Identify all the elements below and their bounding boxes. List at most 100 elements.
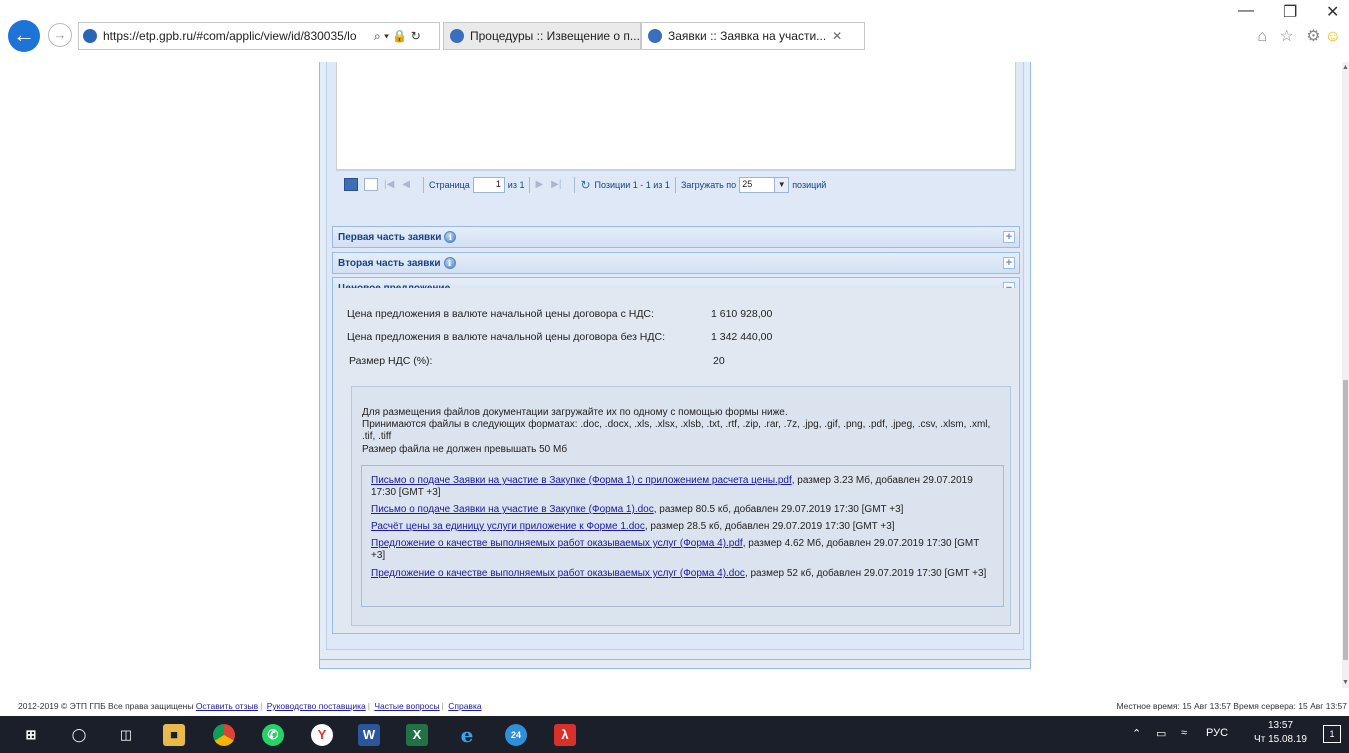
scroll-down-icon[interactable]: ▼	[1342, 679, 1349, 686]
site-icon	[83, 29, 97, 43]
file-item: Предложение о качестве выполняемых работ…	[371, 538, 991, 562]
vertical-scrollbar[interactable]: ▲ ▼	[1342, 62, 1349, 688]
browser-tool-icons[interactable]: ⌂ ☆ ⚙☺	[1257, 26, 1345, 46]
language-indicator[interactable]: РУС	[1206, 727, 1228, 739]
price-with-vat-label: Цена предложения в валюте начальной цены…	[347, 308, 654, 320]
address-controls[interactable]: ⌕ ▾ 🔒 ↻	[374, 29, 421, 44]
divider	[320, 659, 1030, 660]
positions-info: Позиции 1 - 1 из 1	[594, 179, 670, 190]
file-link[interactable]: Расчёт цены за единицу услуги приложение…	[371, 521, 645, 532]
uploaded-files-list: Письмо о подаче Заявки на участие в Заку…	[361, 465, 1004, 607]
clock-date: Чт 15.08.19	[1254, 734, 1307, 745]
search-icon[interactable]: ◯	[68, 724, 90, 746]
feedback-link[interactable]: Оставить отзыв	[196, 701, 258, 711]
file-meta: , размер 52 кб, добавлен 29.07.2019 17:3…	[744, 568, 987, 579]
feedback-smiley-icon[interactable]: ☺	[1325, 28, 1345, 45]
positions-suffix: позиций	[792, 179, 827, 190]
site-footer: 2012-2019 © ЭТП ГПБ Все права защищены О…	[0, 698, 1349, 714]
file-link[interactable]: Письмо о подаче Заявки на участие в Заку…	[371, 504, 654, 515]
battery-icon[interactable]: ▭	[1156, 727, 1166, 740]
tab-label: Заявки :: Заявка на участи...	[668, 29, 827, 43]
word-icon[interactable]: W	[358, 724, 380, 746]
scrollbar-thumb[interactable]	[1343, 380, 1348, 660]
file-link[interactable]: Письмо о подаче Заявки на участие в Заку…	[371, 475, 792, 486]
page-number-input[interactable]: 1	[472, 176, 505, 193]
page-label: Страница	[429, 179, 470, 190]
save-icon[interactable]	[344, 178, 358, 191]
restore-icon[interactable]: ❐	[1283, 2, 1297, 22]
info-icon[interactable]: i	[443, 257, 456, 269]
close-window-icon[interactable]: ✕	[1326, 2, 1339, 22]
minimize-icon[interactable]: —	[1238, 2, 1254, 20]
file-item: Письмо о подаче Заявки на участие в Заку…	[371, 504, 991, 516]
file-link[interactable]: Предложение о качестве выполняемых работ…	[371, 538, 743, 549]
pager-separator	[574, 176, 576, 193]
refresh-icon[interactable]: ↻	[580, 178, 590, 192]
vat-rate-value: 20	[713, 355, 725, 367]
copyright: 2012-2019 © ЭТП ГПБ Все права защищены	[18, 701, 194, 711]
supplier-guide-link[interactable]: Руководство поставщика	[267, 701, 366, 711]
chevron-down-icon[interactable]: ▼	[774, 177, 789, 192]
chrome-icon[interactable]	[213, 724, 235, 746]
back-button[interactable]: ←	[8, 20, 40, 52]
next-page-icon[interactable]: ▶	[535, 179, 543, 190]
app-24-icon[interactable]: 24	[505, 724, 527, 746]
forward-button[interactable]: →	[48, 23, 72, 47]
grid-pager: |◀ ◀ Страница 1 из 1 ▶ ▶| ↻ Позиции 1 - …	[336, 170, 1016, 198]
application-view: |◀ ◀ Страница 1 из 1 ▶ ▶| ↻ Позиции 1 - …	[319, 62, 1031, 669]
panel-first-part[interactable]: Первая часть заявки i +	[332, 226, 1020, 248]
acrobat-icon[interactable]: λ	[554, 724, 576, 746]
clock-time: 13:57	[1268, 720, 1294, 731]
browser-chrome: ← → https://etp.gpb.ru/#com/applic/view/…	[0, 0, 1349, 62]
home-star-gear-icons[interactable]: ⌂ ☆ ⚙	[1257, 28, 1324, 45]
price-with-vat-value: 1 610 928,00	[711, 308, 773, 320]
file-meta: , размер 80.5 кб, добавлен 29.07.2019 17…	[653, 504, 904, 515]
server-time: Местное время: 15 Авг 13:57 Время сервер…	[1116, 701, 1348, 711]
expand-icon[interactable]: +	[1003, 257, 1015, 269]
tab-site-icon	[648, 29, 662, 43]
taskbar-clock[interactable]: 13:57 Чт 15.08.19	[1254, 719, 1307, 747]
tab-close-icon[interactable]: ✕	[832, 29, 842, 43]
per-page-select[interactable]: 25 ▼	[739, 176, 790, 193]
help-link[interactable]: Справка	[448, 701, 481, 711]
price-offer-body: Цена предложения в валюте начальной цены…	[332, 288, 1020, 634]
tab-applications[interactable]: Заявки :: Заявка на участи... ✕	[641, 22, 865, 50]
prev-page-icon[interactable]: ◀	[402, 179, 410, 190]
vat-rate-label: Размер НДС (%):	[349, 355, 433, 367]
tray-chevron-icon[interactable]: ⌃	[1132, 727, 1141, 740]
whatsapp-icon[interactable]: ✆	[262, 724, 284, 746]
yandex-icon[interactable]: Y	[311, 724, 333, 746]
wifi-icon[interactable]: ≈	[1181, 727, 1187, 739]
ie-icon[interactable]: e	[456, 724, 478, 746]
pager-separator	[529, 176, 531, 193]
positions-grid	[336, 62, 1016, 170]
first-page-icon[interactable]: |◀	[384, 179, 394, 190]
info-icon[interactable]: i	[444, 231, 457, 243]
pager-separator	[674, 176, 676, 193]
allowed-formats-hint: Принимаются файлы в следующих форматах: …	[362, 419, 991, 442]
last-page-icon[interactable]: ▶|	[551, 179, 561, 190]
start-icon[interactable]: ⊞	[20, 724, 42, 746]
load-per-page-label: Загружать по	[680, 179, 737, 190]
expand-icon[interactable]: +	[1003, 231, 1015, 243]
panel-second-part[interactable]: Вторая часть заявки i +	[332, 252, 1020, 274]
tab-label: Процедуры :: Извещение о п...	[470, 29, 640, 43]
address-bar[interactable]: https://etp.gpb.ru/#com/applic/view/id/8…	[78, 22, 440, 50]
file-explorer-icon[interactable]: ■	[163, 724, 185, 746]
tab-procedures[interactable]: Процедуры :: Извещение о п...	[443, 22, 641, 50]
notifications-icon[interactable]: 1	[1323, 725, 1341, 743]
list-icon[interactable]	[364, 178, 378, 191]
price-without-vat-value: 1 342 440,00	[711, 331, 773, 343]
scroll-up-icon[interactable]: ▲	[1342, 64, 1349, 71]
excel-icon[interactable]: X	[406, 724, 428, 746]
page-of-label: из 1	[507, 179, 525, 190]
task-view-icon[interactable]: ◫	[115, 724, 137, 746]
file-link[interactable]: Предложение о качестве выполняемых работ…	[371, 568, 745, 579]
upload-hint: Для размещения файлов документации загру…	[362, 407, 788, 418]
file-item: Письмо о подаче Заявки на участие в Заку…	[371, 475, 991, 499]
per-page-value: 25	[742, 178, 753, 189]
price-without-vat-label: Цена предложения в валюте начальной цены…	[347, 331, 665, 343]
address-url[interactable]: https://etp.gpb.ru/#com/applic/view/id/8…	[103, 29, 368, 43]
pager-separator	[423, 176, 424, 193]
faq-link[interactable]: Частые вопросы	[374, 701, 439, 711]
